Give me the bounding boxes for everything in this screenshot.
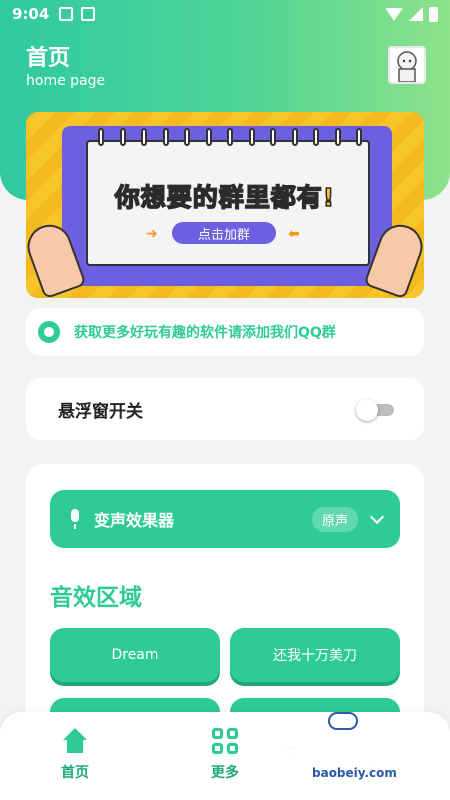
sound-area-title: 音效区域 xyxy=(50,585,142,611)
voice-changer-dropdown[interactable]: 变声效果器 原声 xyxy=(50,490,400,548)
avatar-icon xyxy=(397,51,417,82)
wifi-icon xyxy=(385,7,403,21)
app-notification-icon xyxy=(81,7,96,21)
home-icon xyxy=(60,728,90,754)
watermark: 宝贝游戏网 baobeiy.com xyxy=(272,710,442,794)
radio-dot-icon xyxy=(38,321,60,343)
notice-text: 获取更多好玩有趣的软件请添加我们QQ群 xyxy=(74,325,336,341)
floating-window-label: 悬浮窗开关 xyxy=(58,401,143,422)
gallery-icon xyxy=(59,7,74,21)
floating-window-toggle[interactable] xyxy=(356,399,396,421)
grid-icon xyxy=(212,728,238,754)
avatar[interactable] xyxy=(388,46,426,84)
nav-home[interactable]: 首页 xyxy=(40,728,110,782)
watermark-text: 宝贝游戏网 xyxy=(278,739,403,766)
nav-more[interactable]: 更多 xyxy=(190,728,260,782)
signal-icon xyxy=(409,7,423,21)
chevron-down-icon xyxy=(369,509,385,524)
binder-rings xyxy=(98,128,362,146)
floating-window-card: 悬浮窗开关 xyxy=(26,378,424,440)
voice-changer-label: 变声效果器 xyxy=(94,511,175,530)
qq-group-notice[interactable]: 获取更多好玩有趣的软件请添加我们QQ群 xyxy=(26,308,424,356)
gamepad-icon xyxy=(328,712,358,730)
watermark-url: baobeiy.com xyxy=(312,766,397,780)
voice-mode-badge: 原声 xyxy=(311,506,358,532)
page-title: 首页 xyxy=(26,46,71,71)
status-bar: 9:04 xyxy=(0,0,450,28)
arrow-right-icon: ➜ xyxy=(146,226,158,242)
nav-more-label: 更多 xyxy=(211,765,239,781)
effect-button[interactable]: 还我十万美刀 xyxy=(230,628,400,682)
battery-icon xyxy=(429,6,438,22)
banner-headline: 你想要的群里都有! xyxy=(114,182,336,213)
effect-button[interactable]: Dream xyxy=(50,628,220,682)
join-group-button[interactable]: 点击加群 xyxy=(172,222,276,244)
status-time: 9:04 xyxy=(12,5,50,23)
microphone-icon xyxy=(68,509,82,529)
nav-home-label: 首页 xyxy=(61,765,89,781)
page-subtitle: home page xyxy=(26,73,106,89)
arrow-left-icon: ⬅ xyxy=(288,226,300,242)
